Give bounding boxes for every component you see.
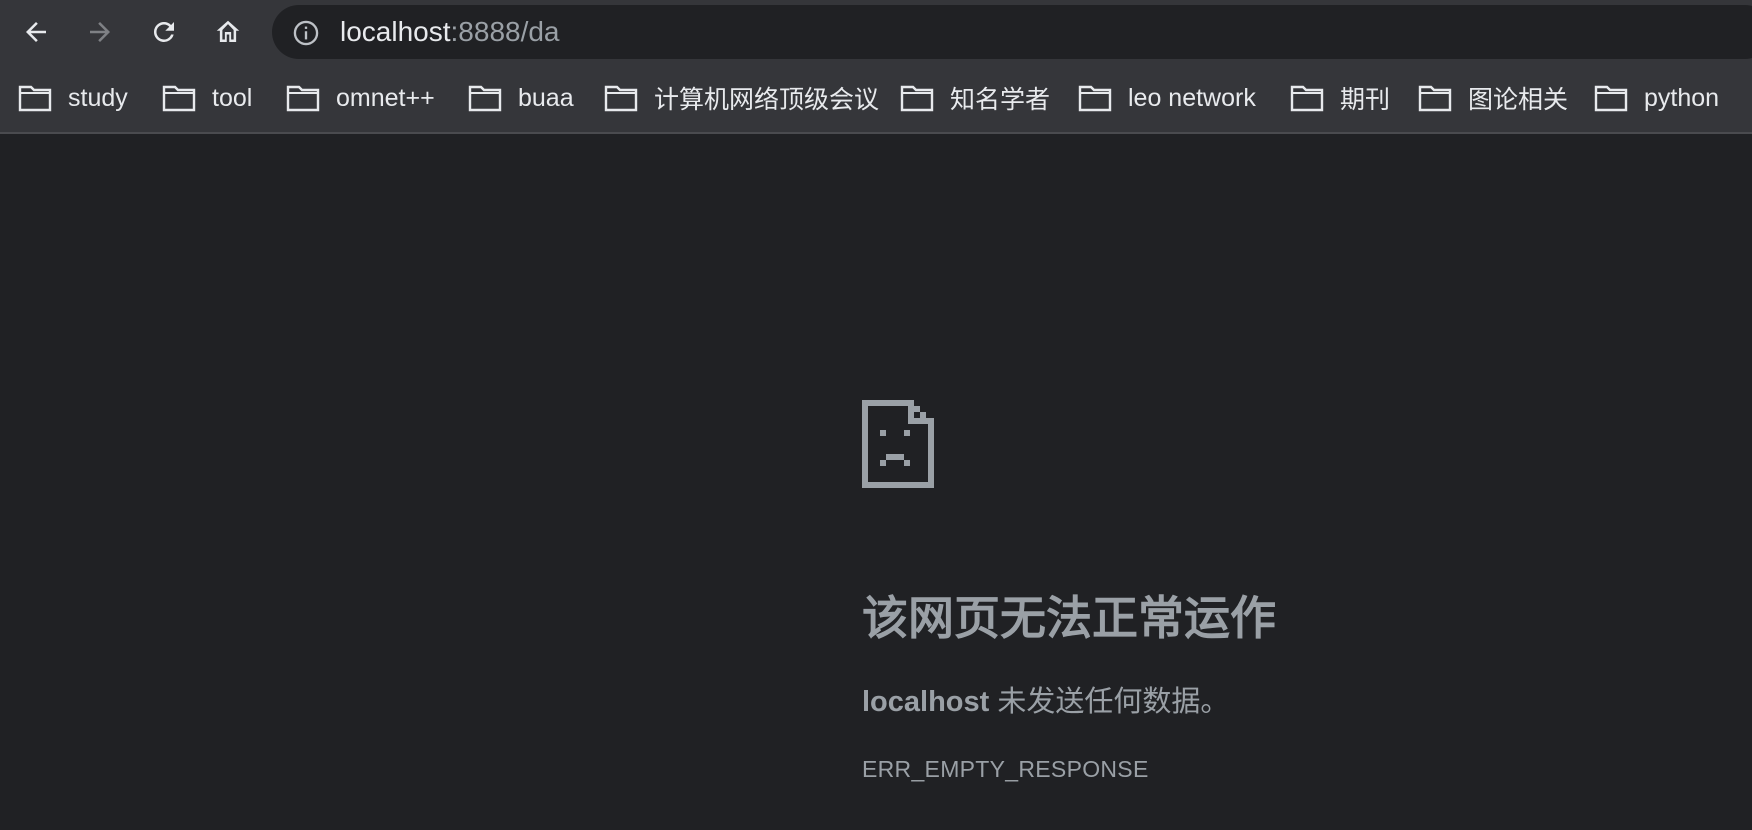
bookmark-label: leo network — [1128, 83, 1256, 112]
bookmark-python[interactable]: python — [1594, 80, 1719, 116]
bookmark-conferences[interactable]: 计算机网络顶级会议 — [604, 80, 879, 116]
bookmark-label: study — [68, 83, 128, 112]
bookmark-label: buaa — [518, 83, 574, 112]
error-host: localhost — [862, 686, 990, 718]
folder-icon — [1290, 85, 1324, 112]
folder-icon — [162, 85, 196, 112]
bookmark-label: omnet++ — [336, 83, 435, 112]
back-button[interactable] — [12, 8, 60, 56]
bookmark-label: 知名学者 — [950, 86, 1051, 114]
arrow-right-icon — [90, 22, 110, 42]
info-icon[interactable] — [292, 19, 320, 47]
url-host: localhost — [340, 16, 451, 47]
bookmark-omnet[interactable]: omnet++ — [286, 80, 435, 116]
reload-icon — [153, 21, 174, 42]
bookmark-graph-theory[interactable]: 图论相关 — [1418, 80, 1568, 116]
bookmark-scholars[interactable]: 知名学者 — [900, 80, 1050, 116]
error-message: 未发送任何数据。 — [989, 686, 1230, 718]
sad-page-icon — [862, 400, 934, 488]
error-code: ERR_EMPTY_RESPONSE — [862, 756, 1149, 782]
folder-icon — [1078, 85, 1112, 112]
home-button[interactable] — [204, 8, 252, 56]
home-icon — [216, 20, 240, 42]
error-page: 该网页无法正常运作 localhost 未发送任何数据。 ERR_EMPTY_R… — [0, 134, 1752, 830]
folder-icon — [1594, 85, 1628, 112]
address-bar[interactable]: localhost:8888/da — [272, 5, 1752, 59]
browser-toolbar: localhost:8888/da — [0, 0, 1752, 64]
forward-button[interactable] — [76, 8, 124, 56]
bookmarks-bar: study tool omnet++ buaa 计算机网络顶级会议 知名学者 l… — [0, 64, 1752, 134]
folder-icon — [18, 85, 52, 112]
folder-icon — [468, 85, 502, 112]
reload-button[interactable] — [140, 8, 188, 56]
folder-icon — [604, 85, 638, 112]
bookmark-label: tool — [212, 83, 253, 112]
folder-icon — [1418, 85, 1452, 112]
folder-icon — [900, 85, 934, 112]
arrow-left-icon — [26, 22, 46, 42]
bookmark-tool[interactable]: tool — [162, 80, 252, 116]
error-title: 该网页无法正常运作 — [862, 592, 1276, 644]
bookmark-label: 图论相关 — [1468, 86, 1569, 114]
bookmark-label: 计算机网络顶级会议 — [654, 86, 880, 114]
url-text[interactable]: localhost:8888/da — [340, 5, 560, 59]
bookmark-leo-network[interactable]: leo network — [1078, 80, 1256, 116]
bookmark-journals[interactable]: 期刊 — [1290, 80, 1390, 116]
error-description: localhost 未发送任何数据。 — [862, 678, 1229, 720]
url-path: :8888/da — [450, 16, 560, 47]
bookmark-buaa[interactable]: buaa — [468, 80, 574, 116]
bookmark-label: python — [1644, 83, 1720, 112]
folder-icon — [286, 85, 320, 112]
bookmark-label: 期刊 — [1340, 86, 1391, 114]
bookmark-study[interactable]: study — [18, 80, 128, 116]
